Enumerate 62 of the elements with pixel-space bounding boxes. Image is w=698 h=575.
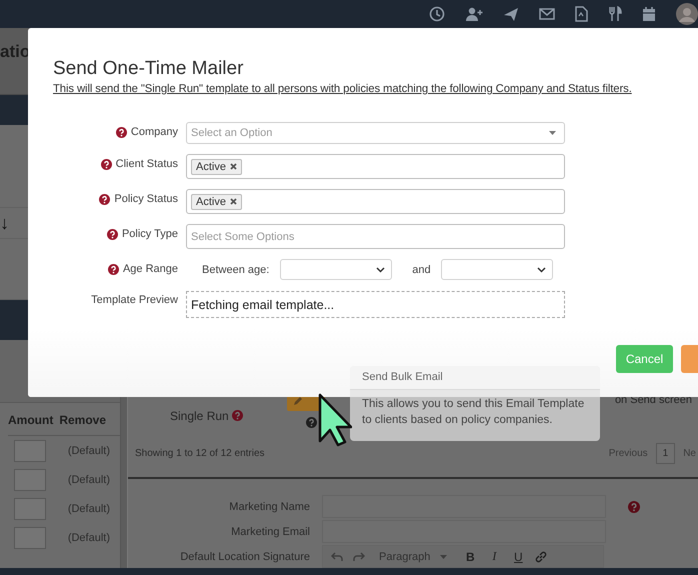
modal-subtitle: This will send the "Single Run" template to all persons with policies matching the following Company and Status filters. <box>53 83 633 95</box>
field-label: Company <box>130 126 178 138</box>
envelope-icon[interactable] <box>539 7 555 21</box>
caret-icon <box>549 131 556 135</box>
block-format-dropdown[interactable]: Paragraph <box>379 550 430 562</box>
amount-field[interactable] <box>14 526 46 548</box>
tag: Active <box>191 158 242 174</box>
help-icon[interactable] <box>306 417 317 428</box>
column-header: Remove <box>59 413 106 427</box>
field-label: Policy Type <box>122 228 178 240</box>
table-cell: (Default) <box>68 474 110 486</box>
help-icon[interactable] <box>100 158 112 170</box>
amount-field[interactable] <box>14 468 46 490</box>
tag-field[interactable]: Select Some Options <box>186 224 565 249</box>
table-cell: (Default) <box>68 532 110 544</box>
tooltip-title: Send Bulk Email <box>350 366 600 390</box>
paper-plane-icon[interactable] <box>503 6 519 22</box>
help-icon[interactable] <box>106 228 118 240</box>
field-label: Single Run <box>170 409 229 423</box>
field-label: Policy Status <box>114 193 178 205</box>
template-preview: Fetching email template... <box>186 291 565 318</box>
clock-icon[interactable] <box>429 6 445 22</box>
format-button[interactable]: I <box>487 549 502 564</box>
range-label: and <box>412 264 431 276</box>
calendar-icon[interactable] <box>642 6 656 22</box>
help-icon[interactable] <box>99 194 110 204</box>
modal-title: Send One-Time Mailer <box>53 58 244 80</box>
tag-field[interactable]: Active <box>186 189 565 214</box>
table-cell: (Default) <box>68 444 110 456</box>
format-button[interactable]: B <box>463 550 478 564</box>
amount-field[interactable] <box>14 440 46 462</box>
format-button[interactable]: U <box>511 550 526 564</box>
sort-arrow[interactable]: ↓ <box>0 214 9 232</box>
tooltip-text: This allows you to send this Email Template to clients based on policy companies. <box>361 397 586 428</box>
help-icon[interactable] <box>108 264 119 274</box>
avatar-icon[interactable] <box>676 3 698 25</box>
field-label: Marketing Email <box>230 526 311 538</box>
help-icon[interactable] <box>116 126 127 138</box>
chevron-icon <box>536 266 546 272</box>
remove-icon[interactable] <box>230 198 237 205</box>
field-label: Marketing Name <box>228 500 311 512</box>
field-label: Age Range <box>122 263 178 275</box>
cancel-button[interactable]: Cancel <box>616 345 673 373</box>
page-link[interactable]: 1 <box>656 442 676 464</box>
company-dropdown[interactable]: Select an Option <box>186 122 565 144</box>
link-icon[interactable] <box>535 550 548 562</box>
fork-knife-icon[interactable] <box>608 6 622 22</box>
amount-field[interactable] <box>14 498 46 520</box>
tag: Active <box>191 194 242 210</box>
cursor-icon <box>318 393 352 447</box>
tag-field[interactable]: Active <box>186 154 565 179</box>
column-header: Amount <box>8 413 54 427</box>
remove-icon[interactable] <box>230 163 237 170</box>
field-label: Client Status <box>116 158 178 170</box>
table-cell: (Default) <box>68 502 110 514</box>
document-icon[interactable] <box>575 6 588 22</box>
chevron-icon <box>376 266 386 272</box>
entries-info: Showing 1 to 12 of 12 entries <box>135 448 265 459</box>
field-label: Default Location Signature <box>179 550 311 562</box>
add-user-icon[interactable] <box>465 6 483 22</box>
field-label: Template Preview <box>91 294 178 306</box>
range-label: Between age: <box>202 264 270 276</box>
